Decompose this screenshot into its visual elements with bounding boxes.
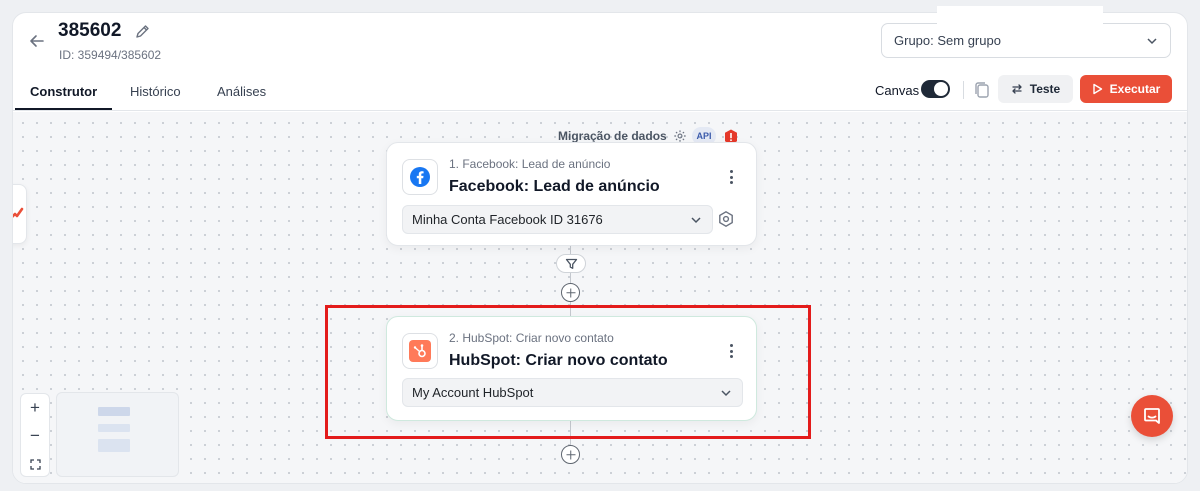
- chat-icon: [1144, 408, 1160, 424]
- group-select[interactable]: Grupo: Sem grupo: [881, 23, 1171, 58]
- settings-hex-icon[interactable]: [717, 210, 735, 228]
- minimap[interactable]: [56, 392, 179, 477]
- tab-bar: Construtor Histórico Análises Canvas Tes…: [13, 71, 1187, 111]
- chevron-down-icon: [691, 217, 701, 224]
- page-title: 385602: [58, 20, 122, 41]
- fit-view-button[interactable]: [21, 450, 49, 478]
- flow-canvas[interactable]: Migração de dados API 1. Facebook: Lead …: [13, 112, 1187, 483]
- app-window: 385602 ID: 359494/385602 Grupo: Sem grup…: [12, 12, 1188, 484]
- account-select-value: Minha Conta Facebook ID 31676: [412, 212, 603, 227]
- add-step-button[interactable]: [561, 283, 580, 302]
- minimap-node: [98, 407, 130, 416]
- canvas-label: Canvas: [875, 83, 920, 98]
- zoom-controls: + −: [20, 393, 50, 477]
- back-arrow-icon[interactable]: [27, 31, 47, 51]
- minimap-node: [98, 439, 130, 452]
- copy-icon[interactable]: [972, 80, 992, 100]
- flow-node-facebook[interactable]: 1. Facebook: Lead de anúncio Facebook: L…: [386, 142, 757, 246]
- blank-area: [937, 6, 1103, 28]
- node-step-label: 1. Facebook: Lead de anúncio: [449, 157, 611, 171]
- group-label-text: Migração de dados: [558, 129, 667, 143]
- flow-id: ID: 359494/385602: [59, 48, 162, 62]
- filter-icon: [565, 258, 577, 269]
- more-options-icon[interactable]: [728, 170, 734, 186]
- gear-icon[interactable]: [673, 129, 687, 143]
- connector-line: [570, 273, 571, 283]
- run-button-label: Executar: [1109, 82, 1161, 96]
- tab-historico[interactable]: Histórico: [130, 84, 181, 99]
- node-title: Facebook: Lead de anúncio: [449, 178, 660, 195]
- account-select[interactable]: Minha Conta Facebook ID 31676: [402, 205, 713, 234]
- toggle-knob: [934, 82, 948, 96]
- divider: [963, 81, 964, 99]
- group-label: Migração de dados: [558, 129, 687, 143]
- node-icon-frame: [402, 159, 438, 195]
- run-button[interactable]: Executar: [1080, 75, 1172, 103]
- filter-button[interactable]: [556, 254, 586, 273]
- minimap-node: [98, 424, 130, 432]
- play-icon: [1092, 83, 1102, 95]
- test-button-label: Teste: [1029, 82, 1061, 96]
- tab-analises[interactable]: Análises: [217, 84, 266, 99]
- active-tab-indicator: [15, 108, 112, 110]
- test-button[interactable]: Teste: [998, 75, 1073, 103]
- tab-construtor[interactable]: Construtor: [30, 84, 97, 99]
- pencil-icon[interactable]: [134, 24, 150, 40]
- add-step-button[interactable]: [561, 445, 580, 464]
- chevron-down-icon: [1147, 38, 1157, 45]
- zoom-out-button[interactable]: −: [21, 422, 49, 450]
- zoom-in-button[interactable]: +: [21, 394, 49, 422]
- swap-arrows-icon: [1011, 84, 1022, 94]
- fit-view-icon: [29, 458, 41, 470]
- facebook-icon: [410, 167, 430, 187]
- group-select-value: Grupo: Sem grupo: [894, 33, 1001, 48]
- selection-highlight: [325, 305, 811, 439]
- connector-line: [570, 246, 571, 254]
- brand-logo-icon: [13, 207, 24, 218]
- side-panel-toggle[interactable]: [13, 184, 27, 244]
- canvas-toggle[interactable]: [921, 80, 950, 98]
- chat-button[interactable]: [1131, 395, 1173, 437]
